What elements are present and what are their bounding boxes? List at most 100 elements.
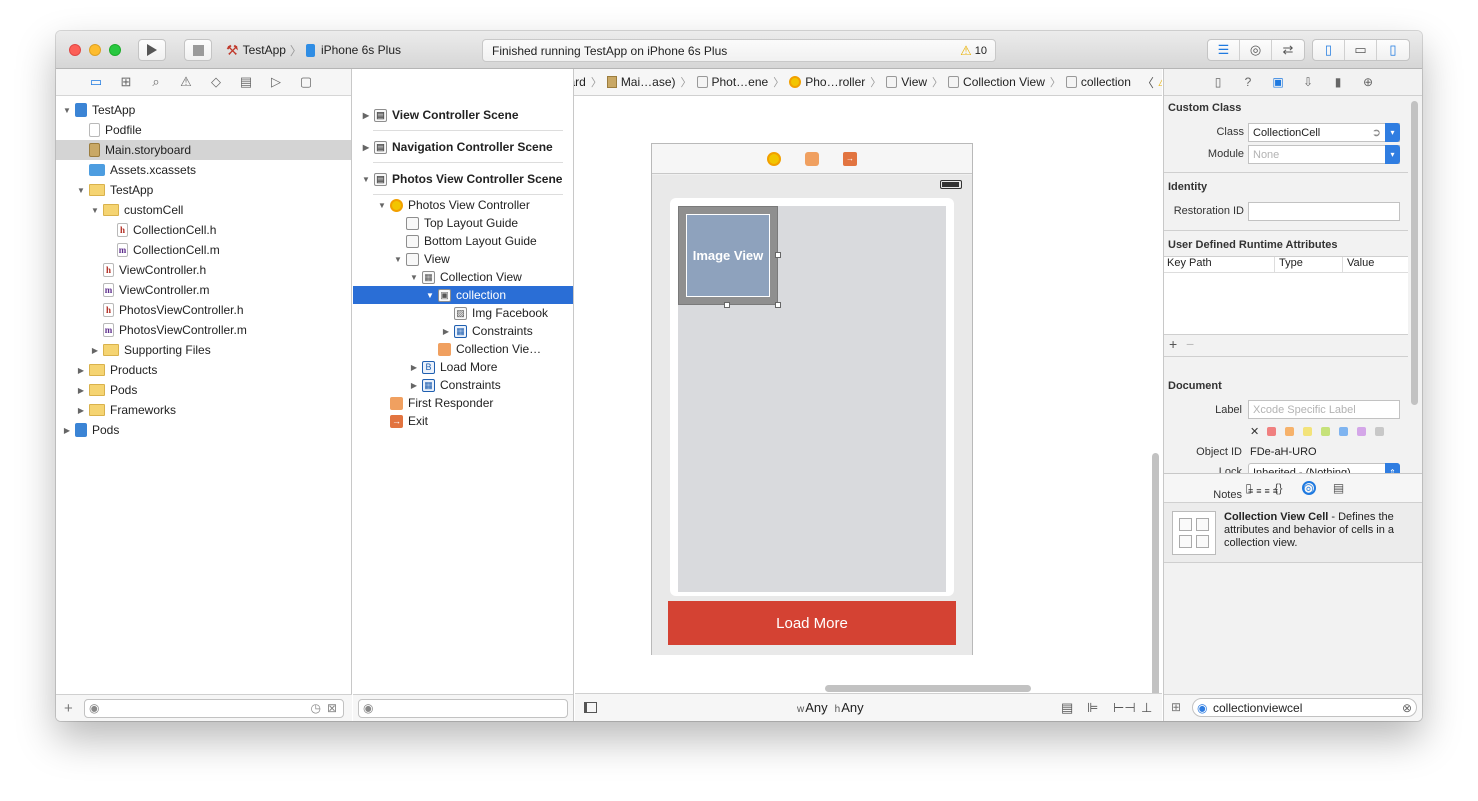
outline-item[interactable]: Bottom Layout Guide [353, 232, 573, 250]
label-color-swatch[interactable] [1339, 427, 1349, 436]
embed-in-stack-icon[interactable]: ▤ [1061, 700, 1073, 716]
breakpoint-navigator-icon[interactable]: ▷ [268, 74, 284, 90]
version-editor-icon[interactable]: ⇄ [1272, 40, 1304, 60]
outline-item[interactable]: ▼ ▣ collection [353, 286, 573, 304]
module-field[interactable]: None ▾ [1248, 145, 1400, 164]
remove-attribute-button[interactable]: − [1186, 336, 1194, 352]
size-class-control[interactable]: w Any h Any [797, 700, 864, 715]
value-column[interactable]: Value [1343, 257, 1374, 272]
label-color-swatch[interactable] [1375, 427, 1385, 436]
collection-view-cell[interactable]: Image View [678, 206, 778, 305]
folder-icon[interactable]: ▭ [88, 74, 104, 90]
outline-item[interactable]: ▼ View [353, 250, 573, 268]
file-tree-item[interactable]: m PhotosViewController.m [56, 320, 351, 340]
run-button[interactable] [138, 39, 166, 61]
close-window-button[interactable] [69, 44, 81, 56]
size-inspector-icon[interactable]: ▮ [1330, 74, 1346, 90]
file-tree-item[interactable]: ▶ Frameworks [56, 400, 351, 420]
breadcrumb-item[interactable]: Pho…roller [786, 75, 868, 89]
outline-item[interactable]: ▶ ▤ View Controller Scene [353, 102, 573, 128]
disclosure-closed-icon[interactable]: ▶ [361, 111, 371, 120]
image-view[interactable]: Image View [686, 214, 770, 297]
toggle-utilities-icon[interactable]: ▯ [1377, 40, 1409, 60]
type-column[interactable]: Type [1275, 257, 1343, 272]
chevron-down-icon[interactable]: ▾ [1385, 145, 1400, 164]
scm-filter-icon[interactable]: ⊠ [327, 701, 337, 715]
load-more-button[interactable]: Load More [668, 601, 956, 645]
breadcrumb-item[interactable]: Phot…ene [694, 75, 772, 89]
grid-view-icon[interactable]: ⊞ [1171, 700, 1181, 714]
align-icon[interactable]: ⊫ [1087, 700, 1098, 716]
outline-item[interactable]: ▶ ▦ Constraints [353, 322, 573, 340]
file-tree-item[interactable]: ▼ customCell [56, 200, 351, 220]
file-tree-item[interactable]: h ViewController.h [56, 260, 351, 280]
file-tree-item[interactable]: h CollectionCell.h [56, 220, 351, 240]
breadcrumb-item[interactable]: collection [1063, 75, 1134, 89]
outline-item[interactable]: ▶ ▦ Constraints [353, 376, 573, 394]
recent-files-icon[interactable]: ◷ [311, 701, 321, 715]
add-icon[interactable]: + [64, 700, 73, 717]
file-tree-item[interactable]: Assets.xcassets [56, 160, 351, 180]
symbol-navigator-icon[interactable]: ⊞ [118, 74, 134, 90]
assistant-editor-icon[interactable]: ◎ [1240, 40, 1272, 60]
file-tree-item[interactable]: m CollectionCell.m [56, 240, 351, 260]
toggle-navigator-icon[interactable]: ▯ [1313, 40, 1345, 60]
disclosure-open-icon[interactable]: ▼ [76, 186, 86, 195]
label-color-swatch[interactable] [1321, 427, 1331, 436]
inspector-scrollbar[interactable] [1411, 101, 1418, 405]
disclosure-closed-icon[interactable]: ▶ [76, 386, 86, 395]
disclosure-closed-icon[interactable]: ▶ [409, 363, 419, 372]
outline-item[interactable]: ▼ ▤ Photos View Controller Scene [353, 166, 573, 192]
justify-icon[interactable]: ≡ [1273, 486, 1278, 500]
pin-icon[interactable]: ⊢⊣ [1113, 700, 1136, 716]
label-color-swatch[interactable] [1303, 427, 1313, 436]
file-tree-item[interactable]: ▶ Products [56, 360, 351, 380]
add-attribute-button[interactable]: + [1169, 336, 1177, 352]
root-view[interactable]: Image View Load More [652, 175, 972, 655]
quick-help-icon[interactable]: ? [1240, 74, 1256, 90]
editor-mode-control[interactable]: ☰ ◎ ⇄ [1207, 39, 1305, 61]
library-item-collection-view-cell[interactable]: Collection View Cell - Defines the attri… [1164, 503, 1422, 563]
toggle-debug-area-icon[interactable]: ▭ [1345, 40, 1377, 60]
disclosure-open-icon[interactable]: ▼ [361, 175, 371, 184]
label-color-swatch[interactable] [1357, 427, 1367, 436]
stop-button[interactable] [184, 39, 212, 61]
zoom-window-button[interactable] [109, 44, 121, 56]
class-field[interactable]: CollectionCell ➲ ▾ [1248, 123, 1400, 142]
first-responder-icon[interactable] [805, 151, 819, 166]
minimize-window-button[interactable] [89, 44, 101, 56]
navigator-filter-field[interactable]: ◉ ◷ ⊠ [84, 698, 344, 718]
label-color-swatch[interactable] [1267, 427, 1277, 436]
disclosure-closed-icon[interactable]: ▶ [90, 346, 100, 355]
file-inspector-icon[interactable]: ▯ [1210, 74, 1226, 90]
debug-navigator-icon[interactable]: ▤ [238, 74, 254, 90]
scheme-selector[interactable]: ⚒ TestApp 〉 iPhone 6s Plus [226, 39, 401, 61]
clear-search-icon[interactable]: ⊗ [1402, 701, 1412, 715]
attributes-inspector-icon[interactable]: ⇩ [1300, 74, 1316, 90]
file-tree-item[interactable]: Podfile [56, 120, 351, 140]
align-right-icon[interactable]: ≡ [1265, 486, 1270, 500]
disclosure-open-icon[interactable]: ▼ [393, 255, 403, 264]
outline-item[interactable]: Collection Vie… [353, 340, 573, 358]
resize-handle[interactable] [775, 252, 781, 258]
chevron-down-icon[interactable]: ▾ [1385, 123, 1400, 142]
runtime-attributes-table[interactable]: Key Path Type Value [1164, 256, 1408, 335]
restoration-id-field[interactable] [1248, 202, 1400, 221]
breadcrumb-item[interactable]: Mai…ase) [604, 75, 679, 89]
disclosure-open-icon[interactable]: ▼ [62, 106, 72, 115]
file-tree-item[interactable]: Main.storyboard [56, 140, 351, 160]
disclosure-closed-icon[interactable]: ▶ [76, 406, 86, 415]
file-tree-item[interactable]: ▶ Supporting Files [56, 340, 351, 360]
document-label-field[interactable]: Xcode Specific Label [1248, 400, 1400, 419]
library-filter-field[interactable]: ◉ collectionviewcel ⊗ [1192, 698, 1417, 717]
disclosure-open-icon[interactable]: ▼ [377, 201, 387, 210]
vertical-scrollbar[interactable] [1152, 453, 1159, 701]
file-tree-item[interactable]: ▶ Pods [56, 380, 351, 400]
disclosure-closed-icon[interactable]: ▶ [76, 366, 86, 375]
outline-item[interactable]: ▶ ▤ Navigation Controller Scene [353, 134, 573, 160]
resolve-issues-icon[interactable]: ⊥ [1141, 700, 1152, 716]
disclosure-closed-icon[interactable]: ▶ [441, 327, 451, 336]
test-navigator-icon[interactable]: ◇ [208, 74, 224, 90]
resize-handle[interactable] [775, 302, 781, 308]
outline-item[interactable]: First Responder [353, 394, 573, 412]
